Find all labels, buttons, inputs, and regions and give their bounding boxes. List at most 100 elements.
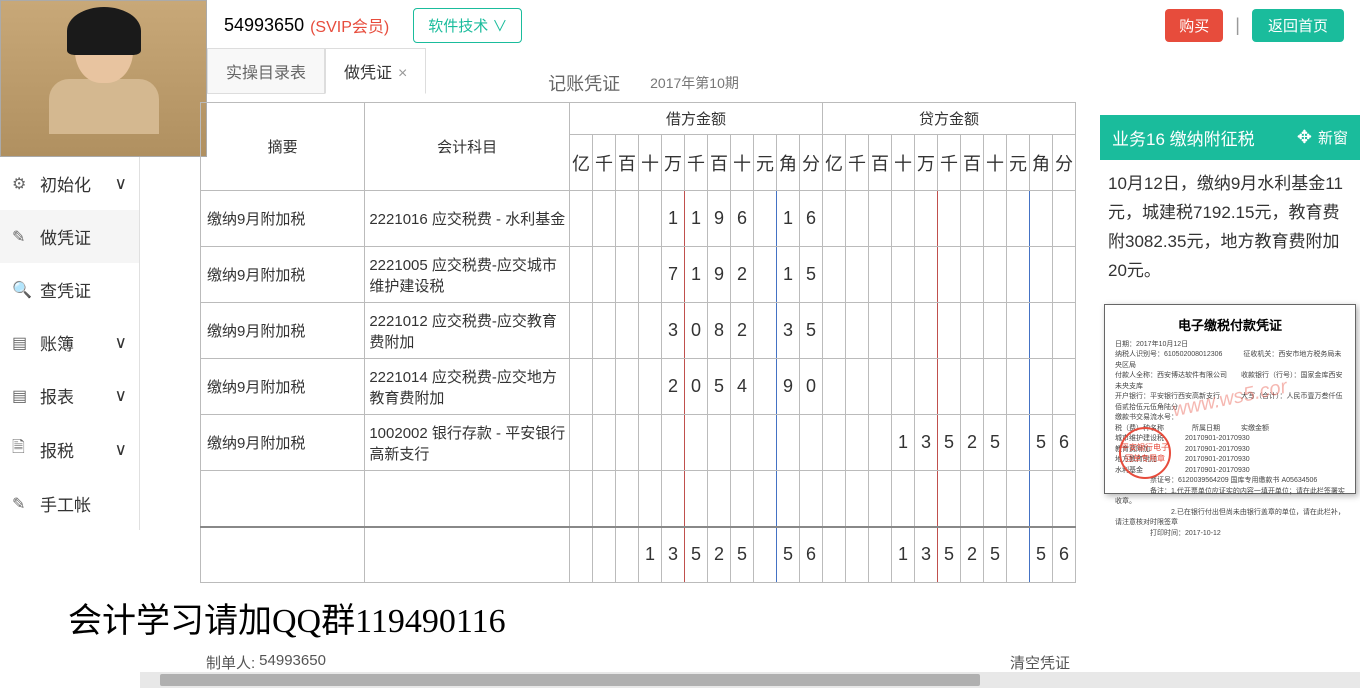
digit-cell[interactable] xyxy=(592,191,615,247)
digit-cell[interactable] xyxy=(638,415,661,471)
digit-cell[interactable]: 5 xyxy=(776,527,799,583)
summary-cell[interactable] xyxy=(201,471,365,527)
digit-cell[interactable]: 5 xyxy=(1029,415,1052,471)
digit-cell[interactable] xyxy=(960,191,983,247)
digit-cell[interactable] xyxy=(799,471,822,527)
digit-cell[interactable] xyxy=(615,527,638,583)
summary-cell[interactable]: 缴纳9月附加税 xyxy=(201,247,365,303)
digit-cell[interactable] xyxy=(937,191,960,247)
digit-cell[interactable] xyxy=(684,415,707,471)
digit-cell[interactable] xyxy=(914,247,937,303)
digit-cell[interactable] xyxy=(891,191,914,247)
digit-cell[interactable] xyxy=(937,359,960,415)
digit-cell[interactable]: 8 xyxy=(707,303,730,359)
digit-cell[interactable] xyxy=(937,303,960,359)
summary-cell[interactable]: 缴纳9月附加税 xyxy=(201,191,365,247)
digit-cell[interactable]: 5 xyxy=(1029,527,1052,583)
digit-cell[interactable] xyxy=(1029,191,1052,247)
digit-cell[interactable] xyxy=(592,415,615,471)
digit-cell[interactable] xyxy=(983,191,1006,247)
digit-cell[interactable] xyxy=(1052,247,1075,303)
digit-cell[interactable] xyxy=(569,471,592,527)
digit-cell[interactable] xyxy=(615,415,638,471)
digit-cell[interactable] xyxy=(753,247,776,303)
digit-cell[interactable] xyxy=(937,471,960,527)
digit-cell[interactable] xyxy=(868,527,891,583)
digit-cell[interactable] xyxy=(822,191,845,247)
sidebar-item-0[interactable]: ⚙初始化∨ xyxy=(0,157,139,210)
digit-cell[interactable]: 5 xyxy=(983,415,1006,471)
digit-cell[interactable] xyxy=(1006,303,1029,359)
digit-cell[interactable] xyxy=(1006,471,1029,527)
digit-cell[interactable]: 5 xyxy=(684,527,707,583)
digit-cell[interactable] xyxy=(753,471,776,527)
digit-cell[interactable] xyxy=(799,415,822,471)
digit-cell[interactable]: 1 xyxy=(891,415,914,471)
digit-cell[interactable] xyxy=(960,471,983,527)
clear-voucher-button[interactable]: 清空凭证 xyxy=(1010,652,1070,673)
home-button[interactable]: 返回首页 xyxy=(1252,9,1344,42)
digit-cell[interactable]: 0 xyxy=(684,359,707,415)
digit-cell[interactable] xyxy=(661,471,684,527)
digit-cell[interactable] xyxy=(845,247,868,303)
digit-cell[interactable] xyxy=(638,191,661,247)
tech-dropdown[interactable]: 软件技术 ∨ xyxy=(413,8,522,43)
digit-cell[interactable] xyxy=(1052,191,1075,247)
digit-cell[interactable]: 7 xyxy=(661,247,684,303)
digit-cell[interactable]: 2 xyxy=(960,415,983,471)
digit-cell[interactable]: 1 xyxy=(776,191,799,247)
digit-cell[interactable]: 6 xyxy=(799,527,822,583)
digit-cell[interactable] xyxy=(914,303,937,359)
digit-cell[interactable] xyxy=(615,247,638,303)
account-cell[interactable]: 2221005 应交税费-应交城市维护建设税 xyxy=(365,247,570,303)
digit-cell[interactable] xyxy=(638,247,661,303)
digit-cell[interactable]: 1 xyxy=(891,527,914,583)
digit-cell[interactable]: 2 xyxy=(730,247,753,303)
digit-cell[interactable] xyxy=(845,527,868,583)
digit-cell[interactable] xyxy=(868,191,891,247)
digit-cell[interactable] xyxy=(891,471,914,527)
digit-cell[interactable] xyxy=(638,359,661,415)
digit-cell[interactable]: 3 xyxy=(914,415,937,471)
digit-cell[interactable] xyxy=(569,191,592,247)
digit-cell[interactable] xyxy=(937,247,960,303)
digit-cell[interactable]: 0 xyxy=(684,303,707,359)
digit-cell[interactable] xyxy=(615,191,638,247)
digit-cell[interactable] xyxy=(1052,471,1075,527)
digit-cell[interactable]: 9 xyxy=(707,247,730,303)
digit-cell[interactable] xyxy=(1006,415,1029,471)
digit-cell[interactable] xyxy=(707,415,730,471)
digit-cell[interactable] xyxy=(592,527,615,583)
digit-cell[interactable] xyxy=(960,359,983,415)
digit-cell[interactable] xyxy=(822,471,845,527)
sidebar-item-1[interactable]: ✎做凭证 xyxy=(0,210,139,263)
digit-cell[interactable]: 1 xyxy=(638,527,661,583)
digit-cell[interactable] xyxy=(753,191,776,247)
digit-cell[interactable] xyxy=(1052,359,1075,415)
digit-cell[interactable] xyxy=(592,247,615,303)
digit-cell[interactable] xyxy=(592,303,615,359)
summary-cell[interactable]: 缴纳9月附加税 xyxy=(201,415,365,471)
digit-cell[interactable] xyxy=(822,247,845,303)
digit-cell[interactable]: 5 xyxy=(983,527,1006,583)
digit-cell[interactable]: 5 xyxy=(937,527,960,583)
digit-cell[interactable] xyxy=(983,359,1006,415)
digit-cell[interactable] xyxy=(868,303,891,359)
digit-cell[interactable] xyxy=(753,359,776,415)
receipt-image[interactable]: 电子缴税付款凭证 日期：2017年10月12日 纳税人识别号：610502008… xyxy=(1104,304,1356,494)
digit-cell[interactable] xyxy=(868,415,891,471)
digit-cell[interactable]: 6 xyxy=(1052,415,1075,471)
digit-cell[interactable] xyxy=(914,191,937,247)
digit-cell[interactable]: 6 xyxy=(1052,527,1075,583)
account-cell[interactable]: 2221016 应交税费 - 水利基金 xyxy=(365,191,570,247)
digit-cell[interactable]: 2 xyxy=(730,303,753,359)
digit-cell[interactable]: 5 xyxy=(730,527,753,583)
digit-cell[interactable]: 3 xyxy=(661,527,684,583)
digit-cell[interactable] xyxy=(1029,247,1052,303)
digit-cell[interactable] xyxy=(569,415,592,471)
digit-cell[interactable] xyxy=(707,471,730,527)
digit-cell[interactable] xyxy=(983,303,1006,359)
digit-cell[interactable] xyxy=(638,303,661,359)
digit-cell[interactable] xyxy=(569,359,592,415)
digit-cell[interactable] xyxy=(914,359,937,415)
